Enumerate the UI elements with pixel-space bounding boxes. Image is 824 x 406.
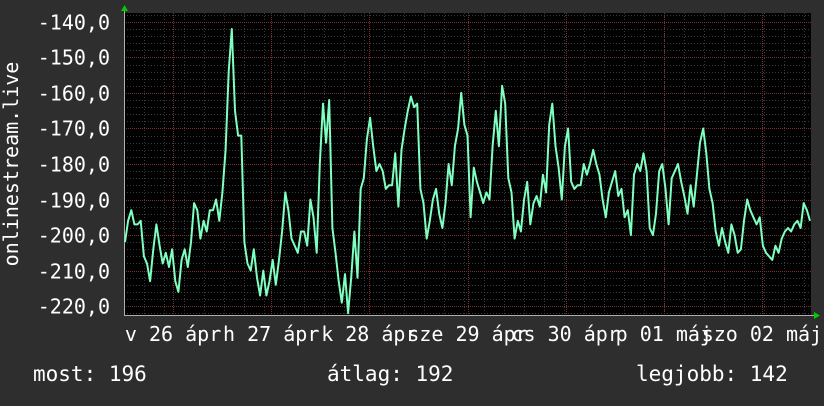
- x-tick-label: cs 30 ápr: [511, 322, 619, 346]
- stat-average: átlag: 192: [327, 362, 454, 386]
- x-tick-label: sze 29 ápr: [407, 322, 527, 346]
- y-tick-label: -170,0: [38, 117, 110, 141]
- stat-current: most: 196: [33, 362, 147, 386]
- x-tick-label: k 28 ápr: [321, 322, 417, 346]
- y-axis-label: onlinestream.live: [0, 62, 23, 267]
- y-tick-label: -180,0: [38, 153, 110, 177]
- x-tick-label: v 26 ápr: [125, 322, 221, 346]
- x-tick-label: h 27 ápr: [223, 322, 319, 346]
- y-tick-label: -210,0: [38, 260, 110, 284]
- y-tick-label: -160,0: [38, 82, 110, 106]
- chart-svg: -140,0 -150,0 -160,0 -170,0 -180,0 -190,0 -200…: [0, 5, 822, 346]
- y-tick-label: -220,0: [38, 295, 110, 319]
- chart: -140,0 -150,0 -160,0 -170,0 -180,0 -190,0 -200…: [0, 0, 824, 402]
- y-tick-label: -140,0: [38, 11, 110, 35]
- y-axis-arrow: [121, 5, 128, 11]
- y-tick-label: -150,0: [38, 46, 110, 70]
- x-tick-label: p 01 máj: [616, 322, 712, 346]
- x-axis-arrow: [814, 312, 820, 319]
- stat-best: legjobb: 142: [636, 362, 788, 386]
- y-tick-label: -190,0: [38, 189, 110, 213]
- y-tick-label: -200,0: [38, 224, 110, 248]
- x-tick-label: szo 02 máj: [702, 322, 822, 346]
